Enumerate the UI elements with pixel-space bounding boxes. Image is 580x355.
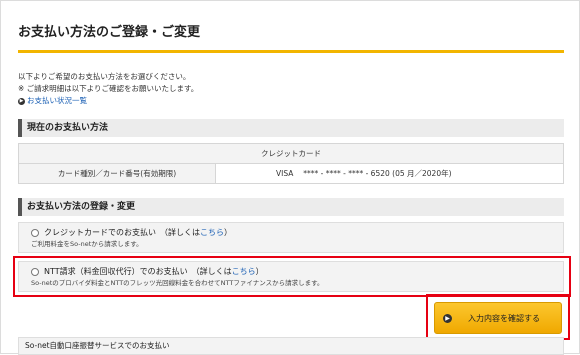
option-label: クレジットカードでのお支払い （詳しくは: [44, 228, 200, 237]
radio-credit-card[interactable]: [31, 228, 39, 237]
card-info-value: VISA **** - **** - **** - 6520 (05 月／202…: [215, 163, 564, 184]
option-description: ご利用料金をSo-netから請求します。: [31, 240, 143, 248]
intro-line-2: ※ ご請求明細は以下よりご確認をお願いいたします。: [18, 84, 199, 93]
current-payment-heading: 現在のお支払い方法: [18, 119, 564, 137]
card-info-label: カード種別／カード番号(有効期限): [18, 163, 216, 184]
intro-text: 以下よりご希望のお支払い方法をお選びください。 ※ ご請求明細は以下よりご確認を…: [18, 71, 198, 107]
payment-status-link[interactable]: お支払い状況一覧: [27, 96, 87, 105]
details-link[interactable]: こちら: [200, 228, 224, 237]
register-payment-heading: お支払い方法の登録・変更: [18, 198, 564, 216]
table-header: クレジットカード: [18, 143, 564, 164]
option-auto-debit[interactable]: So-net自動口座振替サービスでのお支払い: [18, 337, 564, 355]
highlight-frame-button: [426, 294, 570, 340]
arrow-right-icon: ▶: [18, 97, 25, 105]
table-row: カード種別／カード番号(有効期限) VISA **** - **** - ***…: [18, 163, 564, 184]
current-payment-table: クレジットカード カード種別／カード番号(有効期限) VISA **** - *…: [18, 143, 564, 184]
highlight-frame-ntt: [13, 256, 571, 297]
page-title: お支払い方法のご登録・ご変更: [18, 21, 564, 53]
option-credit-card[interactable]: クレジットカードでのお支払い （詳しくはこちら） ご利用料金をSo-netから請…: [18, 222, 564, 253]
intro-line-1: 以下よりご希望のお支払い方法をお選びください。: [18, 72, 191, 81]
payment-status-link-row[interactable]: ▶ お支払い状況一覧: [18, 95, 198, 107]
